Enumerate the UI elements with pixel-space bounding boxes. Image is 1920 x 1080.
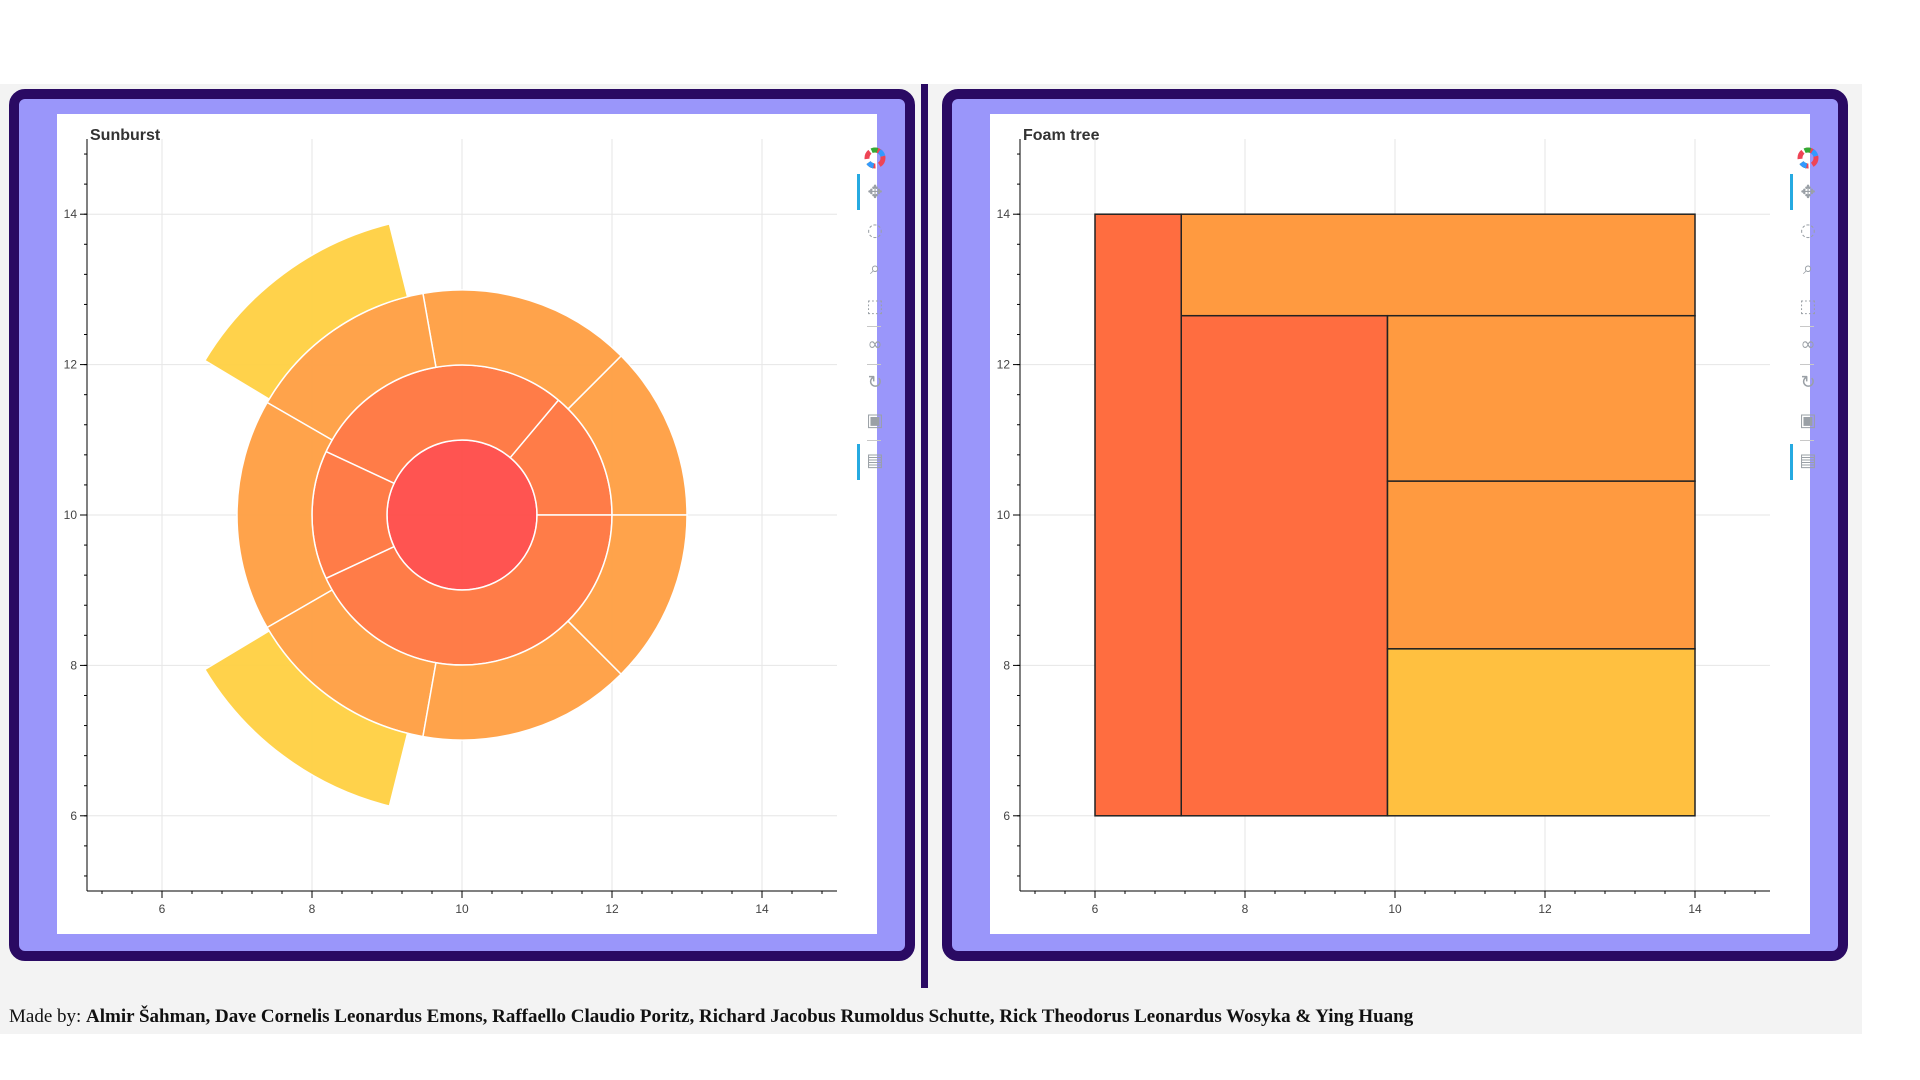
y-tick-label: 12 (997, 358, 1011, 372)
lasso-select-icon[interactable]: ◌ (861, 216, 889, 244)
sunburst-toolbar: ✥ ◌ ⌕ ⬚ ∞ ↻ ▣ ▤ (857, 144, 889, 504)
foam-tree-cell (1180, 213, 1696, 317)
foam-tree-cell (1386, 648, 1696, 817)
sunburst-plot-area: Sunburst 6 8 10 12 14 6 8 10 12 14 ✥ ◌ ⌕ ⬚ ∞ ↻ ▣ … (57, 114, 886, 934)
x-tick-label: 8 (309, 902, 316, 916)
pan-active-indicator (857, 174, 860, 210)
hover-active-indicator (857, 444, 860, 480)
y-tick-label: 6 (70, 809, 77, 823)
x-tick-label: 6 (159, 902, 166, 916)
x-tick-label: 14 (755, 902, 769, 916)
y-tick-label: 12 (64, 358, 78, 372)
y-tick-label: 8 (70, 658, 77, 672)
foam-tree-toolbar: ✥ ◌ ⌕ ⬚ ∞ ↻ ▣ ▤ (1790, 144, 1822, 504)
reset-icon[interactable]: ↻ (861, 368, 889, 396)
pan-icon[interactable]: ✥ (1794, 178, 1822, 206)
box-select-icon[interactable]: ⬚ (1794, 292, 1822, 320)
x-tick-label: 6 (1092, 902, 1099, 916)
panel-divider (921, 84, 928, 988)
credits-prefix: Made by: (9, 1006, 87, 1027)
y-tick-label: 14 (64, 207, 78, 221)
y-tick-label: 14 (997, 207, 1011, 221)
save-icon[interactable]: ▣ (861, 406, 889, 434)
x-tick-label: 14 (1688, 902, 1702, 916)
hover-icon[interactable]: ▤ (1794, 446, 1822, 474)
wheel-zoom-icon[interactable]: ⌕ (861, 254, 889, 282)
box-select-icon[interactable]: ⬚ (861, 292, 889, 320)
credits-authors: Almir Šahman, Dave Cornelis Leonardus Em… (86, 1006, 1414, 1027)
sunburst-segment-level-0 (386, 439, 538, 591)
x-tick-label: 10 (1388, 902, 1402, 916)
bokeh-logo-icon[interactable] (861, 144, 889, 172)
toolbar-separator (867, 326, 881, 327)
y-tick-label: 8 (1003, 658, 1010, 672)
bokeh-logo-icon[interactable] (1794, 144, 1822, 172)
toolbar-separator (1800, 364, 1814, 365)
toolbar-separator (867, 440, 881, 441)
x-tick-label: 8 (1242, 902, 1249, 916)
foam-tree-cell (1386, 480, 1696, 650)
foam-tree-panel: Foam tree 6 8 10 12 14 6 8 10 12 14 ✥ ◌ ⌕ ⬚ ∞ ↻ ▣… (942, 89, 1848, 961)
x-tick-label: 10 (455, 902, 469, 916)
pan-icon[interactable]: ✥ (861, 178, 889, 206)
tap-icon[interactable]: ∞ (861, 330, 889, 358)
pan-active-indicator (1790, 174, 1793, 210)
y-tick-label: 10 (64, 508, 78, 522)
foam-tree-cell (1386, 314, 1696, 482)
toolbar-separator (1800, 440, 1814, 441)
wheel-zoom-icon[interactable]: ⌕ (1794, 254, 1822, 282)
foam-tree-plot-area: Foam tree 6 8 10 12 14 6 8 10 12 14 ✥ ◌ ⌕ ⬚ ∞ ↻ ▣… (990, 114, 1819, 934)
x-tick-label: 12 (1538, 902, 1552, 916)
toolbar-separator (1800, 326, 1814, 327)
foam-tree-cell (1180, 314, 1389, 817)
reset-icon[interactable]: ↻ (1794, 368, 1822, 396)
lasso-select-icon[interactable]: ◌ (1794, 216, 1822, 244)
sunburst-chart: 6 8 10 12 14 6 8 10 12 14 (64, 139, 837, 916)
foam-tree-cell (1094, 213, 1182, 817)
y-tick-label: 6 (1003, 809, 1010, 823)
foam-tree-chart: 6 8 10 12 14 6 8 10 12 14 (997, 139, 1770, 916)
credits-footer: Made by: Almir Šahman, Dave Cornelis Leo… (9, 1006, 1413, 1028)
y-tick-label: 10 (997, 508, 1011, 522)
tap-icon[interactable]: ∞ (1794, 330, 1822, 358)
x-tick-label: 12 (605, 902, 619, 916)
save-icon[interactable]: ▣ (1794, 406, 1822, 434)
hover-icon[interactable]: ▤ (861, 446, 889, 474)
toolbar-separator (867, 364, 881, 365)
sunburst-panel: Sunburst 6 8 10 12 14 6 8 10 12 14 ✥ ◌ ⌕ ⬚ ∞ ↻ ▣ … (9, 89, 915, 961)
hover-active-indicator (1790, 444, 1793, 480)
